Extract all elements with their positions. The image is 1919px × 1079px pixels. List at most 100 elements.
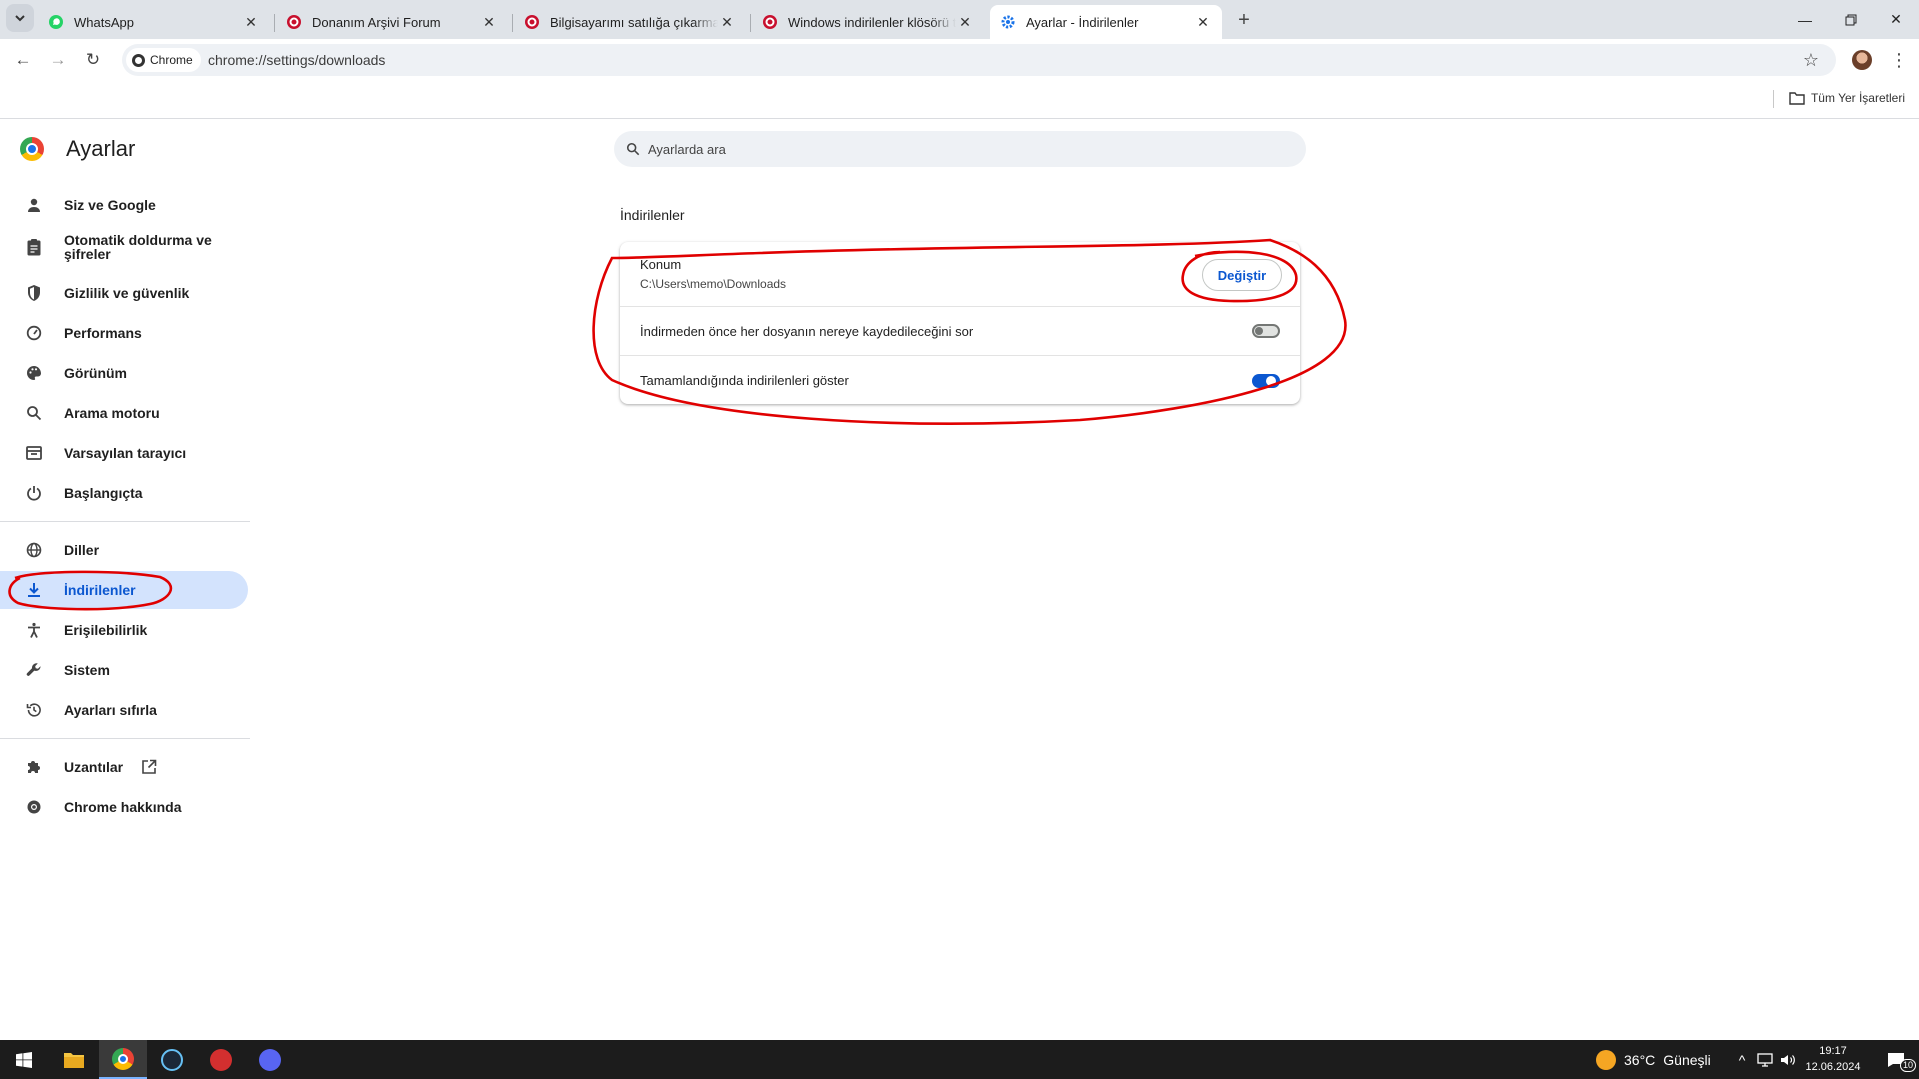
sidebar-item-default-browser[interactable]: Varsayılan tarayıcı: [0, 434, 248, 472]
sidebar-item-label: Otomatik doldurma ve şifreler: [64, 232, 212, 262]
taskbar-chrome[interactable]: [99, 1040, 147, 1079]
bookmarks-separator: [1773, 90, 1774, 108]
toggle-knob: [1266, 376, 1276, 386]
tab-separator: [274, 14, 275, 32]
folder-icon: [64, 1052, 84, 1068]
all-bookmarks-button[interactable]: Tüm Yer İşaretleri: [1789, 91, 1905, 105]
sidebar-item-appearance[interactable]: Görünüm: [0, 354, 248, 392]
person-icon: [24, 195, 44, 215]
close-icon[interactable]: ✕: [242, 13, 260, 31]
sidebar-item-system[interactable]: Sistem: [0, 651, 248, 689]
taskbar-steam[interactable]: [148, 1040, 196, 1079]
tab-whatsapp[interactable]: WhatsApp ✕: [38, 5, 270, 39]
change-location-button[interactable]: Değiştir: [1202, 259, 1282, 291]
taskbar-file-explorer[interactable]: [50, 1040, 98, 1079]
start-button[interactable]: [0, 1040, 48, 1079]
tab-windows-indirilenler[interactable]: Windows indirilenler klösörü ta ✕: [752, 5, 984, 39]
clipboard-icon: [24, 237, 44, 257]
browser-icon: [24, 443, 44, 463]
chrome-logo-icon: [112, 1047, 134, 1070]
plus-icon: +: [1238, 8, 1250, 31]
puzzle-icon: [24, 757, 44, 777]
avatar: [1852, 50, 1872, 70]
tab-strip: WhatsApp ✕ Donanım Arşivi Forum ✕ Bilgis…: [0, 0, 1919, 39]
sidebar-item-about-chrome[interactable]: Chrome hakkında: [0, 788, 248, 826]
bookmarks-bar: Tüm Yer İşaretleri: [0, 81, 1919, 119]
ask-where-label: İndirmeden önce her dosyanın nereye kayd…: [640, 324, 974, 339]
search-icon: [626, 142, 640, 156]
weather-temp: 36°C: [1624, 1051, 1656, 1068]
site-info-chip[interactable]: Chrome: [126, 48, 201, 72]
game-app-icon: [210, 1048, 232, 1071]
close-icon[interactable]: ✕: [718, 13, 736, 31]
profile-button[interactable]: [1847, 45, 1877, 75]
sidebar-item-privacy[interactable]: Gizlilik ve güvenlik: [0, 274, 248, 312]
new-tab-button[interactable]: +: [1229, 5, 1259, 35]
sidebar-item-extensions[interactable]: Uzantılar: [0, 748, 248, 786]
close-icon[interactable]: ✕: [1194, 13, 1212, 31]
sidebar-item-you-and-google[interactable]: Siz ve Google: [0, 186, 248, 224]
toggle-knob: [1255, 327, 1263, 335]
sidebar-item-autofill[interactable]: Otomatik doldurma ve şifreler: [0, 225, 248, 269]
reload-button[interactable]: ↻: [78, 45, 108, 75]
location-row: Konum C:\Users\memo\Downloads Değiştir: [620, 242, 1300, 306]
restore-button[interactable]: [1828, 0, 1874, 39]
weather-desc: Güneşli: [1663, 1051, 1711, 1068]
forward-button[interactable]: →: [43, 45, 73, 75]
sidebar-item-search-engine[interactable]: Arama motoru: [0, 394, 248, 432]
sidebar-item-label: Chrome hakkında: [64, 799, 182, 815]
url-text[interactable]: chrome://settings/downloads: [208, 52, 385, 68]
tray-overflow-button[interactable]: ^: [1733, 1040, 1751, 1079]
show-when-done-toggle[interactable]: [1252, 374, 1280, 388]
taskbar-discord[interactable]: [246, 1040, 294, 1079]
toolbar: ← → ↻ Chrome chrome://settings/downloads…: [0, 39, 1919, 81]
sidebar-item-on-startup[interactable]: Başlangıçta: [0, 474, 248, 512]
show-when-done-label: Tamamlandığında indirilenleri göster: [640, 373, 849, 388]
taskbar-clock[interactable]: 19:17 12.06.2024: [1803, 1043, 1863, 1075]
sidebar-item-languages[interactable]: Diller: [0, 531, 248, 569]
weather-widget[interactable]: 36°C Güneşli: [1596, 1040, 1711, 1079]
chip-label: Chrome: [150, 53, 193, 67]
minimize-button[interactable]: —: [1782, 0, 1828, 39]
tab-donanim-forum[interactable]: Donanım Arşivi Forum ✕: [276, 5, 508, 39]
tab-settings-downloads[interactable]: Ayarlar - İndirilenler ✕: [990, 5, 1222, 39]
menu-button[interactable]: ⋮: [1884, 45, 1914, 75]
notification-center-button[interactable]: 10: [1876, 1040, 1917, 1079]
sidebar-item-downloads[interactable]: İndirilenler: [0, 571, 248, 609]
sidebar-item-accessibility[interactable]: Erişilebilirlik: [0, 611, 248, 649]
tab-title: Bilgisayarımı satılığa çıkarmak i: [550, 14, 718, 30]
sidebar-item-label: Sistem: [64, 662, 110, 678]
search-input[interactable]: [648, 141, 1248, 157]
settings-sidebar: Ayarlar Siz ve Google Otomatik doldurma …: [0, 120, 250, 1040]
ask-where-row[interactable]: İndirmeden önce her dosyanın nereye kayd…: [620, 306, 1300, 355]
close-icon: ✕: [1890, 11, 1902, 27]
address-bar[interactable]: Chrome chrome://settings/downloads: [122, 44, 1836, 76]
ask-where-toggle[interactable]: [1252, 324, 1280, 338]
close-window-button[interactable]: ✕: [1873, 0, 1919, 39]
close-icon[interactable]: ✕: [956, 13, 974, 31]
arrow-right-icon: →: [49, 50, 67, 69]
discord-icon: [259, 1048, 281, 1071]
search-icon: [24, 403, 44, 423]
sidebar-item-label: Siz ve Google: [64, 197, 156, 213]
chevron-down-icon: [15, 15, 25, 22]
taskbar-red-app[interactable]: [197, 1040, 245, 1079]
accessibility-icon: [24, 620, 44, 640]
volume-icon[interactable]: [1778, 1040, 1798, 1079]
tab-title: Donanım Arşivi Forum: [312, 14, 441, 30]
sidebar-item-reset-settings[interactable]: Ayarları sıfırla: [0, 691, 248, 729]
palette-icon: [24, 363, 44, 383]
tab-bilgisayar-satilik[interactable]: Bilgisayarımı satılığa çıkarmak i ✕: [514, 5, 746, 39]
tab-separator: [750, 14, 751, 32]
sidebar-item-performance[interactable]: Performans: [0, 314, 248, 352]
close-icon[interactable]: ✕: [480, 13, 498, 31]
show-when-done-row[interactable]: Tamamlandığında indirilenleri göster: [620, 355, 1300, 404]
back-button[interactable]: ←: [8, 45, 38, 75]
settings-search[interactable]: [614, 131, 1306, 167]
clock-date: 12.06.2024: [1805, 1061, 1861, 1073]
tab-search-button[interactable]: [6, 4, 34, 32]
bookmark-star-button[interactable]: ☆: [1796, 45, 1826, 75]
tab-title: Windows indirilenler klösörü ta: [788, 14, 956, 30]
network-icon[interactable]: [1755, 1040, 1775, 1079]
location-label: Konum: [640, 257, 682, 272]
